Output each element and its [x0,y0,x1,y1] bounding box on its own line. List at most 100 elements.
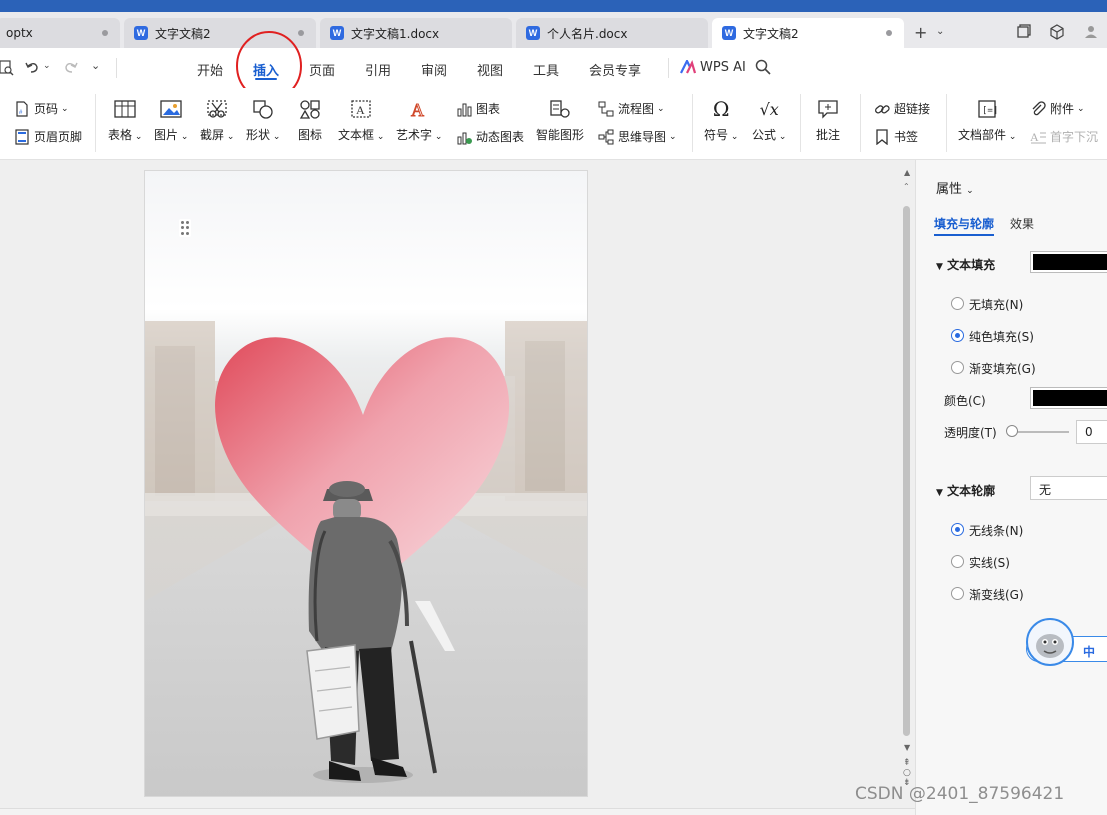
svg-text:[=]: [=] [982,106,998,116]
ribbon-divider [95,94,96,152]
scissors-icon [206,98,228,120]
smart-graphic-button[interactable]: 智能图形 [536,98,584,143]
bookmark-button[interactable]: 书签 [874,128,918,145]
document-page[interactable] [144,170,588,797]
radio-no-line[interactable] [951,523,964,536]
dynamic-chart-icon [456,129,472,145]
dropdown-chevron-icon: ⌄ [1006,132,1017,142]
drag-handle-icon[interactable] [179,219,191,237]
radio-no-fill[interactable] [951,297,964,310]
transparency-input[interactable]: 0 [1076,420,1107,444]
svg-text:#: # [19,110,23,116]
text-outline-section[interactable]: ▼ 文本轮廓 [936,482,995,499]
dropdown-chevron-icon: ⌄ [1077,103,1085,114]
icons-button[interactable]: 图标 [298,98,322,143]
dropdown-chevron-icon: ⌄ [374,132,385,142]
radio-gradient-fill[interactable] [951,361,964,374]
drop-cap-icon: A [1030,129,1046,145]
chart-button[interactable]: 图表 [456,100,500,117]
radio-solid-line[interactable] [951,555,964,568]
mindmap-button[interactable]: 思维导图 ⌄ [598,128,677,145]
radio-gradient-line[interactable] [951,587,964,600]
dropdown-chevron-icon: ⌄ [432,132,443,142]
text-fill-color-swatch[interactable] [1030,251,1107,273]
chart-label: 图表 [476,102,501,116]
scroll-up-icon[interactable]: ▲ [904,168,910,177]
wordart-label: 艺术字 [396,128,433,142]
screenshot-button[interactable]: 截屏 ⌄ [200,98,234,143]
drop-cap-button[interactable]: A 首字下沉 [1030,128,1098,145]
vertical-scrollbar[interactable]: ▲ ⌃ ▼ ⇞ ○ ⇟ [900,168,914,808]
text-fill-section[interactable]: ▼ 文本填充 [936,256,995,273]
hyperlink-button[interactable]: 超链接 [874,100,930,117]
mindmap-icon [598,129,614,145]
dropdown-chevron-icon: ⌄ [728,132,739,142]
doc-parts-label: 文档部件 [958,128,1007,142]
textbox-icon: A [350,98,372,120]
dropdown-chevron-icon: ⌄ [178,132,189,142]
panel-title[interactable]: 属性 ⌄ [936,178,974,197]
collapse-icon[interactable]: ⌃ [903,182,910,191]
dropdown-chevron-icon: ⌄ [224,132,235,142]
picture-button[interactable]: 图片 ⌄ [154,98,188,143]
table-button[interactable]: 表格 ⌄ [108,98,142,143]
bar-chart-icon [456,101,472,117]
textbox-button[interactable]: A 文本框 ⌄ [338,98,384,143]
mindmap-label: 思维导图 [618,130,667,144]
dropdown-chevron-icon: ⌄ [776,132,787,142]
bookmark-icon [874,128,890,145]
dropdown-chevron-icon: ⌄ [270,132,281,142]
dynamic-chart-label: 动态图表 [476,130,525,144]
ribbon-divider [946,94,947,152]
icons-label: 图标 [298,128,323,142]
shape-icon [252,98,274,120]
color-fill [1033,390,1107,406]
comment-button[interactable]: 批注 [816,98,840,143]
formula-button[interactable]: √x 公式 ⌄ [752,98,786,143]
active-panel-tab-indicator [934,234,994,236]
wordart-button[interactable]: A 艺术字 ⌄ [396,98,442,143]
link-icon [874,101,890,117]
page-number-icon: # [14,100,30,117]
radio-gradient-fill-label: 渐变填充(G) [969,362,1036,376]
table-icon [114,98,136,120]
ribbon-divider [800,94,801,152]
symbol-button[interactable]: Ω 符号 ⌄ [704,97,739,143]
ribbon-divider [692,94,693,152]
scrollbar-thumb[interactable] [903,206,910,736]
header-footer-button[interactable]: 页眉页脚 [14,128,82,145]
drop-cap-label: 首字下沉 [1050,130,1099,144]
comment-label: 批注 [816,128,841,142]
transparency-slider-track[interactable] [1011,431,1069,433]
tab-effects[interactable]: 效果 [1010,215,1034,232]
fill-color-picker[interactable] [1030,387,1107,409]
flowchart-icon [598,101,614,117]
dropdown-chevron-icon: ⌄ [61,103,69,114]
tab-fill-outline[interactable]: 填充与轮廓 [934,215,994,232]
collapse-triangle-icon: ▼ [936,262,943,272]
page-number-button[interactable]: # 页码 ⌄ [14,100,69,117]
radio-solid-fill[interactable] [951,329,964,342]
picture-icon [160,98,182,120]
paperclip-icon [1030,100,1046,117]
formula-label: 公式 [752,128,777,142]
flowchart-button[interactable]: 流程图 ⌄ [598,100,665,117]
page-number-label: 页码 [34,102,59,116]
dropdown-chevron-icon: ⌄ [657,103,665,114]
dynamic-chart-button[interactable]: 动态图表 [456,128,524,145]
hyperlink-label: 超链接 [894,102,931,116]
radio-no-line-label: 无线条(N) [969,524,1024,538]
assistant-avatar-icon[interactable] [1026,618,1074,666]
outline-style-select[interactable]: 无 [1030,476,1107,500]
transparency-slider-thumb[interactable] [1006,425,1018,437]
svg-text:A: A [356,103,365,117]
collapse-triangle-icon: ▼ [936,488,943,498]
shape-button[interactable]: 形状 ⌄ [246,98,280,143]
scroll-down-icon[interactable]: ▼ [904,743,910,752]
insert-ribbon: # 页码 ⌄ 页眉页脚 表格 ⌄ 图片 ⌄ 截屏 ⌄ 形状 ⌄ 图标 A 文本框 … [0,88,1107,160]
doc-parts-button[interactable]: [=] 文档部件 ⌄ [958,98,1016,143]
poster-image[interactable] [145,171,588,797]
document-canvas[interactable] [0,160,915,808]
properties-panel: 属性 ⌄ 填充与轮廓 效果 ▼ 文本填充 无填充(N) 纯色填充(S) 渐变填充… [915,160,1107,815]
attachment-button[interactable]: 附件 ⌄ [1030,100,1085,117]
